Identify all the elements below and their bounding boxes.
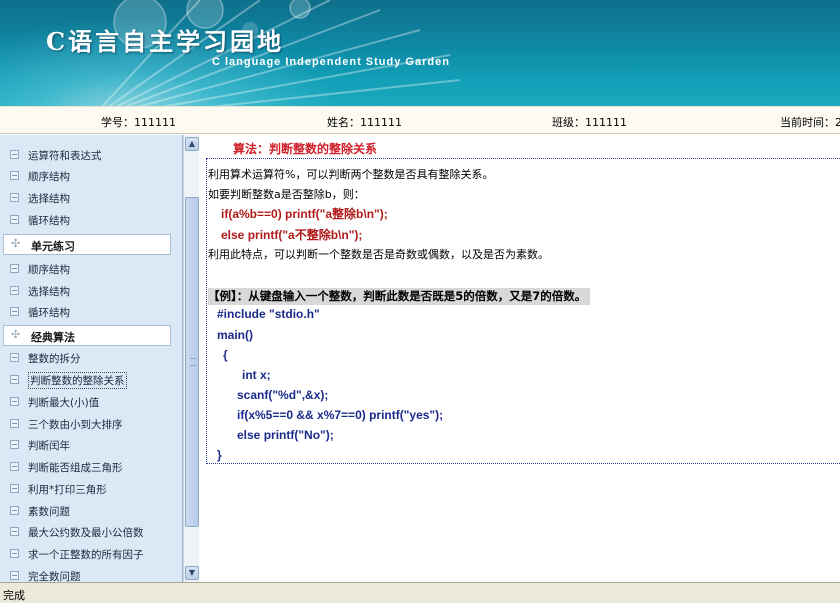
collapse-icon [10, 484, 19, 493]
collapse-icon [10, 215, 19, 224]
nav-item-label: 素数问题 [28, 506, 70, 518]
collapse-icon [10, 375, 19, 384]
code-line-else: else printf("No"); [237, 428, 334, 442]
paragraph-3: 利用此特点，可以判断一个整数是否是奇数或偶数，以及是否为素数。 [208, 248, 549, 261]
nav-item-label: 最大公约数及最小公倍数 [28, 527, 144, 539]
nav-item-triangle-check[interactable]: 判断能否组成三角形 [0, 457, 182, 477]
nav-item-ex-loop[interactable]: 循环结构 [0, 302, 182, 322]
collapse-icon [10, 353, 19, 362]
nav-item-label: 循环结构 [28, 307, 70, 319]
nav-item-label: 顺序结构 [28, 264, 70, 276]
nav-item-print-triangle[interactable]: 利用*打印三角形 [0, 479, 182, 499]
nav-item-label: 选择结构 [28, 286, 70, 298]
student-id-field: 学号：111111 [101, 114, 176, 130]
scroll-up-icon[interactable]: ▲ [185, 137, 199, 151]
code-line-open-brace: { [223, 348, 228, 362]
nav-section-label: 经典算法 [31, 331, 75, 344]
nav-item-label: 判断最大(小)值 [28, 397, 100, 409]
nav-item-integer-split[interactable]: 整数的拆分 [0, 348, 182, 368]
scroll-down-icon[interactable]: ▼ [185, 566, 199, 580]
student-info-bar: 学号：111111 姓名：111111 班级：111111 当前时间：2 [0, 106, 840, 134]
grip-icon [190, 358, 196, 366]
name-field: 姓名：111111 [327, 114, 402, 130]
class-field: 班级：111111 [552, 114, 627, 130]
collapse-icon [10, 286, 19, 295]
code-if-line: if(a%b==0) printf("a整除b\n"); [221, 207, 388, 221]
nav-item-ex-selection[interactable]: 选择结构 [0, 281, 182, 301]
collapse-icon [10, 193, 19, 202]
banner-title: C语言自主学习园地 [46, 27, 285, 56]
scroll-thumb[interactable] [185, 197, 199, 527]
nav-item-label: 运算符和表达式 [28, 150, 102, 162]
nav-section-classic-algorithms[interactable]: ✣ 经典算法 [3, 325, 171, 346]
nav-item-factors[interactable]: 求一个正整数的所有因子 [0, 544, 182, 564]
nav-item-divisibility[interactable]: 判断整数的整除关系 [0, 370, 182, 390]
nav-item-sequence[interactable]: 顺序结构 [0, 166, 182, 186]
expand-icon: ✣ [11, 237, 21, 250]
collapse-icon [10, 527, 19, 536]
nav-item-label: 完全数问题 [28, 571, 81, 582]
nav-item-leap-year[interactable]: 判断闰年 [0, 435, 182, 455]
nav-item-selection[interactable]: 选择结构 [0, 188, 182, 208]
code-line-if: if(x%5==0 && x%7==0) printf("yes"); [237, 408, 444, 422]
collapse-icon [10, 440, 19, 449]
example-heading: 【例】：从键盘输入一个整数，判断此数是否既是5的倍数，又是7的倍数。 [208, 288, 591, 305]
nav-item-label: 三个数由小到大排序 [28, 419, 123, 431]
nav-item-label: 循环结构 [28, 215, 70, 227]
nav-item-label: 选择结构 [28, 193, 70, 205]
code-line-close-brace: } [217, 448, 222, 462]
name-value: 111111 [360, 116, 402, 129]
page-title: 算法：判断整数的整除关系 [233, 142, 378, 156]
class-label: 班级： [552, 116, 585, 129]
nav-item-max-min[interactable]: 判断最大(小)值 [0, 392, 182, 412]
nav-scrollbar[interactable]: ▲ ▼ [183, 135, 199, 582]
nav-item-perfect-number[interactable]: 完全数问题 [0, 566, 182, 582]
collapse-icon [10, 549, 19, 558]
nav-item-prime[interactable]: 素数问题 [0, 501, 182, 521]
left-navigation: 运算符和表达式 顺序结构 选择结构 循环结构 ✣ 单元练习 顺序结构 选择结构 … [0, 135, 183, 582]
class-value: 111111 [585, 116, 627, 129]
site-banner: C语言自主学习园地 C language Independent Study G… [0, 0, 840, 106]
nav-item-sort-three[interactable]: 三个数由小到大排序 [0, 414, 182, 434]
collapse-icon [10, 462, 19, 471]
code-line-main: main() [217, 328, 253, 342]
nav-item-gcd-lcm[interactable]: 最大公约数及最小公倍数 [0, 522, 182, 542]
expand-icon: ✣ [11, 328, 21, 341]
collapse-icon [10, 571, 19, 580]
nav-item-label: 判断闰年 [28, 440, 70, 452]
nav-item-label: 求一个正整数的所有因子 [28, 549, 144, 561]
collapse-icon [10, 397, 19, 406]
collapse-icon [10, 419, 19, 428]
collapse-icon [10, 171, 19, 180]
student-id-label: 学号： [101, 116, 134, 129]
nav-item-label: 顺序结构 [28, 171, 70, 183]
collapse-icon [10, 264, 19, 273]
collapse-icon [10, 307, 19, 316]
code-line-declare: int x; [242, 368, 271, 382]
nav-item-label: 判断能否组成三角形 [28, 462, 123, 474]
nav-section-unit-exercises[interactable]: ✣ 单元练习 [3, 234, 171, 255]
code-else-line: else printf("a不整除b\n"); [221, 228, 363, 242]
nav-item-label: 整数的拆分 [28, 353, 81, 365]
browser-status-bar: 完成 [0, 582, 840, 603]
nav-item-loop[interactable]: 循环结构 [0, 210, 182, 230]
student-id-value: 111111 [134, 116, 176, 129]
status-text: 完成 [3, 589, 25, 602]
nav-item-label: 判断整数的整除关系 [28, 372, 127, 389]
lesson-box: 利用算术运算符%，可以判断两个整数是否具有整除关系。 如要判断整数a是否整除b，… [206, 158, 840, 464]
code-line-include: #include "stdio.h" [217, 307, 320, 321]
paragraph-1: 利用算术运算符%，可以判断两个整数是否具有整除关系。 [208, 168, 494, 181]
main-content: 算法：判断整数的整除关系 利用算术运算符%，可以判断两个整数是否具有整除关系。 … [200, 135, 840, 582]
nav-item-label: 利用*打印三角形 [28, 484, 107, 496]
code-line-scanf: scanf("%d",&x); [237, 388, 329, 402]
banner-subtitle: C language Independent Study Garden [212, 56, 450, 68]
collapse-icon [10, 506, 19, 515]
nav-item-operators[interactable]: 运算符和表达式 [0, 145, 182, 165]
paragraph-2: 如要判断整数a是否整除b，则： [208, 188, 365, 201]
nav-item-ex-sequence[interactable]: 顺序结构 [0, 259, 182, 279]
collapse-icon [10, 150, 19, 159]
current-time-label: 当前时间：2 [780, 116, 840, 129]
name-label: 姓名： [327, 116, 360, 129]
nav-section-label: 单元练习 [31, 240, 75, 253]
